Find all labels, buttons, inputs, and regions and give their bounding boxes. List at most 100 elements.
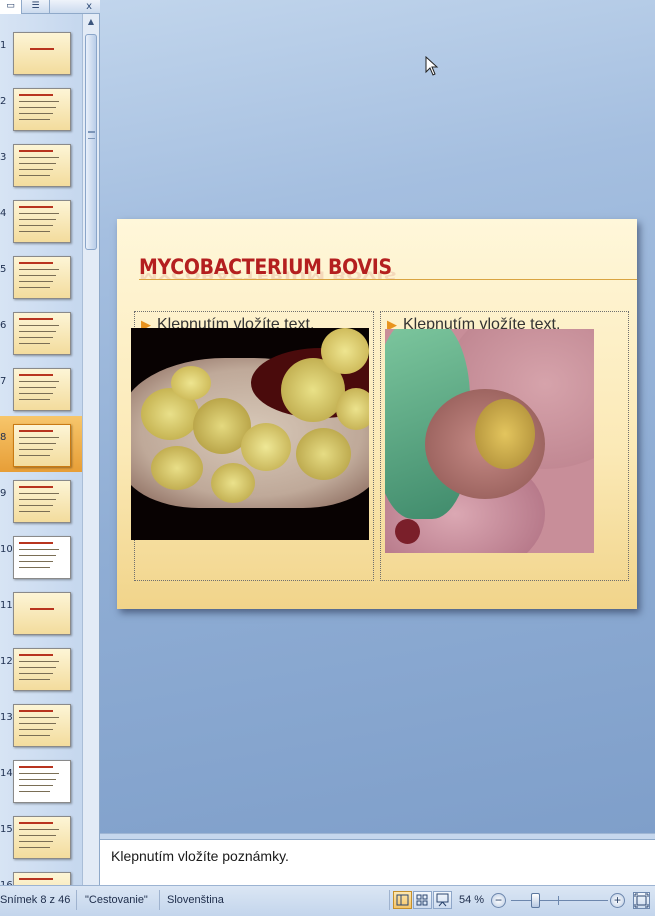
thumbnail-text-line	[19, 673, 53, 674]
tab-outline[interactable]: ☰	[22, 0, 50, 14]
photo-shape	[296, 428, 351, 480]
thumbnail-text-line	[19, 723, 56, 724]
thumbnail-text-line	[19, 555, 56, 556]
zoom-in-button[interactable]: +	[610, 893, 625, 908]
thumbnail-title-mark	[19, 206, 53, 208]
slide-number: 1	[0, 40, 7, 51]
slide-number: 12	[0, 656, 13, 667]
slide-thumbnail-5[interactable]: 5	[0, 248, 82, 304]
zoom-level[interactable]: 54 %	[459, 892, 484, 908]
slide-thumbnail-11[interactable]: 11	[0, 584, 82, 640]
thumbnail-text-line	[19, 331, 56, 332]
pane-tabs: ▭ ☰ x	[0, 0, 100, 14]
slide-thumbnail-image	[13, 256, 71, 299]
slide-thumbnail-4[interactable]: 4	[0, 192, 82, 248]
thumbnail-title-mark	[30, 48, 54, 50]
title-underline	[139, 279, 637, 280]
photo-shape	[151, 446, 203, 490]
notes-pane[interactable]: Klepnutím vložíte poznámky.	[100, 839, 655, 885]
slide-thumbnail-image	[13, 704, 71, 747]
photo-shape	[211, 463, 255, 503]
zoom-out-button[interactable]: −	[491, 893, 506, 908]
thumbnail-title-mark	[19, 94, 53, 96]
slide-thumbnail-16[interactable]: 16	[0, 864, 82, 885]
fit-window-icon	[634, 893, 649, 908]
slideshow-view-button[interactable]	[433, 891, 452, 909]
thumbnail-text-line	[19, 829, 59, 830]
fit-slide-to-window-button[interactable]	[633, 892, 650, 909]
slide-thumbnail-1[interactable]: 1	[0, 24, 82, 80]
slide-number: 9	[0, 488, 7, 499]
thumbnail-text-line	[19, 667, 56, 668]
slide-number: 2	[0, 96, 7, 107]
thumbnail-text-line	[19, 449, 53, 450]
photo-shape	[241, 423, 291, 471]
slide-thumbnail-2[interactable]: 2	[0, 80, 82, 136]
lesion-photo-left[interactable]	[131, 328, 369, 540]
thumbnail-title-mark	[19, 262, 53, 264]
slide-sorter-icon	[416, 894, 428, 906]
slideshow-icon	[436, 893, 449, 907]
scrollbar-thumb[interactable]	[85, 34, 97, 250]
slide-thumbnail-12[interactable]: 12	[0, 640, 82, 696]
separator	[76, 890, 77, 910]
slide-thumbnail-3[interactable]: 3	[0, 136, 82, 192]
thumbnail-text-line	[19, 275, 56, 276]
thumbnail-title-mark	[30, 608, 54, 610]
slide-number: 4	[0, 208, 7, 219]
slide-thumbnail-image	[13, 88, 71, 131]
thumbnail-scrollbar[interactable]: ▲	[82, 14, 99, 885]
scroll-up-arrow-icon[interactable]: ▲	[83, 14, 99, 30]
slide-canvas[interactable]: MYCOBACTERIUM BOVIS MYCOBACTERIUM BOVIS …	[117, 219, 637, 609]
thumbnail-title-mark	[19, 374, 53, 376]
thumbnail-text-line	[19, 549, 59, 550]
slide-thumbnail-7[interactable]: 7	[0, 360, 82, 416]
notes-placeholder[interactable]: Klepnutím vložíte poznámky.	[111, 848, 289, 864]
thumbnail-text-line	[19, 779, 56, 780]
thumbnail-text-line	[19, 455, 50, 456]
slide-thumbnail-8[interactable]: 8	[0, 416, 82, 472]
normal-view-button[interactable]	[393, 891, 412, 909]
slide-thumbnail-6[interactable]: 6	[0, 304, 82, 360]
slides-pane: ▭ ☰ x 12345678910111213141516 ▲	[0, 0, 100, 885]
thumbnail-title-mark	[19, 822, 53, 824]
close-pane-button[interactable]: x	[86, 0, 92, 13]
theme-name[interactable]: "Cestovanie"	[85, 892, 148, 908]
slide-thumbnail-image	[13, 480, 71, 523]
zoom-slider-track[interactable]	[511, 900, 608, 901]
slide-thumbnail-13[interactable]: 13	[0, 696, 82, 752]
thumbnail-text-line	[19, 157, 59, 158]
thumbnail-text-line	[19, 561, 53, 562]
thumbnail-text-line	[19, 773, 59, 774]
thumbnail-text-line	[19, 511, 50, 512]
thumbnail-text-line	[19, 175, 50, 176]
slide-number: 10	[0, 544, 13, 555]
slide-number: 14	[0, 768, 13, 779]
slide-editing-area[interactable]: MYCOBACTERIUM BOVIS MYCOBACTERIUM BOVIS …	[100, 0, 655, 833]
mouse-cursor-icon	[425, 56, 439, 76]
slide-sorter-view-button[interactable]	[413, 891, 432, 909]
thumbnail-text-line	[19, 841, 53, 842]
zoom-slider-center-mark	[558, 896, 559, 905]
slide-thumbnail-14[interactable]: 14	[0, 752, 82, 808]
thumbnail-text-line	[19, 119, 50, 120]
thumbnail-text-line	[19, 113, 53, 114]
zoom-slider-thumb[interactable]	[531, 893, 540, 908]
tab-slides[interactable]: ▭	[0, 0, 22, 14]
thumbnail-text-line	[19, 381, 59, 382]
slide-thumbnail-10[interactable]: 10	[0, 528, 82, 584]
thumbnail-title-mark	[19, 318, 53, 320]
thumbnail-text-line	[19, 443, 56, 444]
slide-thumbnail-15[interactable]: 15	[0, 808, 82, 864]
thumbnail-text-line	[19, 225, 53, 226]
thumbnail-text-line	[19, 387, 56, 388]
thumbnail-text-line	[19, 219, 56, 220]
thumbnail-text-line	[19, 729, 53, 730]
slide-thumbnail-image	[13, 312, 71, 355]
slide-thumbnail-9[interactable]: 9	[0, 472, 82, 528]
lesion-photo-right[interactable]	[385, 329, 594, 553]
language-indicator[interactable]: Slovenština	[167, 892, 224, 908]
thumbnail-text-line	[19, 735, 50, 736]
thumbnail-text-line	[19, 287, 50, 288]
thumbnail-text-line	[19, 337, 53, 338]
